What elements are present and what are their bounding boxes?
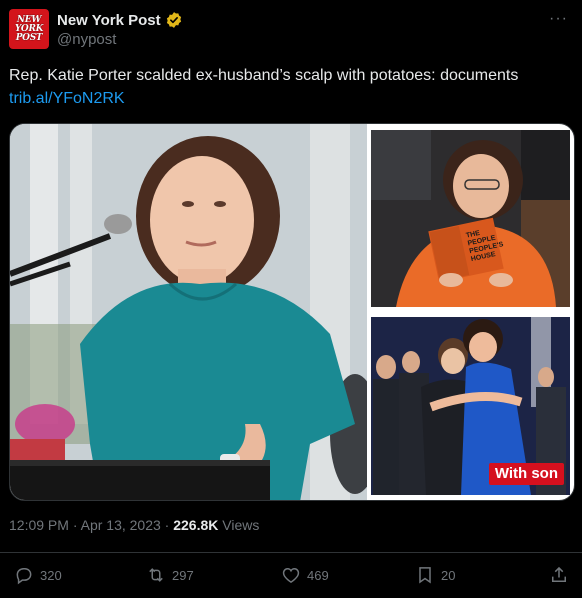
share-icon [552, 566, 566, 582]
account-handle[interactable]: @nypost [57, 31, 116, 48]
tweet-time[interactable]: 12:09 PM [9, 517, 69, 533]
name-row: New York Post [57, 11, 183, 29]
media-collage[interactable]: THE PEOPLE PEOPLE'S HOUSE With son [9, 123, 575, 501]
verified-badge-icon[interactable] [165, 11, 183, 29]
reply-button[interactable]: 320 [14, 565, 62, 585]
views-label: Views [218, 517, 260, 533]
main-photo-illustration [10, 124, 367, 500]
avatar[interactable]: NEW YORK POST [9, 9, 49, 49]
bookmark-count: 20 [441, 567, 456, 583]
meta-separator: · [68, 517, 81, 533]
tweet-meta: 12:09 PM · Apr 13, 2023 · 226.8K Views [9, 517, 259, 533]
reading-photo[interactable]: THE PEOPLE PEOPLE'S HOUSE [371, 130, 570, 307]
views-count[interactable]: 226.8K [173, 517, 218, 533]
with-son-caption: With son [488, 463, 564, 485]
reading-photo-illustration: THE PEOPLE PEOPLE'S HOUSE [371, 130, 570, 307]
tweet-header: NEW YORK POST New York Post @nypost ··· [9, 8, 582, 50]
tweet-link[interactable]: trib.al/YFoN2RK [9, 87, 577, 110]
like-count: 469 [307, 567, 329, 583]
bookmark-icon [419, 567, 431, 584]
bookmark-button[interactable]: 20 [415, 565, 455, 585]
tweet-body: Rep. Katie Porter scalded ex-husband’s s… [9, 64, 577, 110]
repost-count: 297 [172, 567, 194, 583]
repost-button[interactable]: 297 [146, 565, 194, 585]
divider [0, 552, 582, 553]
meta-separator: · [160, 517, 174, 533]
action-bar: 320 297 469 20 [9, 565, 572, 589]
reply-count: 320 [40, 567, 62, 583]
more-dots-icon[interactable]: ··· [549, 10, 568, 28]
hug-photo[interactable]: With son [371, 317, 570, 495]
like-button[interactable]: 469 [281, 565, 329, 585]
main-photo[interactable] [10, 124, 367, 500]
account-name[interactable]: New York Post [57, 12, 161, 29]
tweet-text: Rep. Katie Porter scalded ex-husband’s s… [9, 67, 519, 84]
share-button[interactable] [549, 565, 569, 585]
repost-icon [149, 568, 163, 582]
tweet-date[interactable]: Apr 13, 2023 [81, 517, 161, 533]
heart-icon [282, 567, 300, 583]
reply-icon [16, 568, 32, 585]
avatar-line-3: POST [15, 32, 43, 43]
